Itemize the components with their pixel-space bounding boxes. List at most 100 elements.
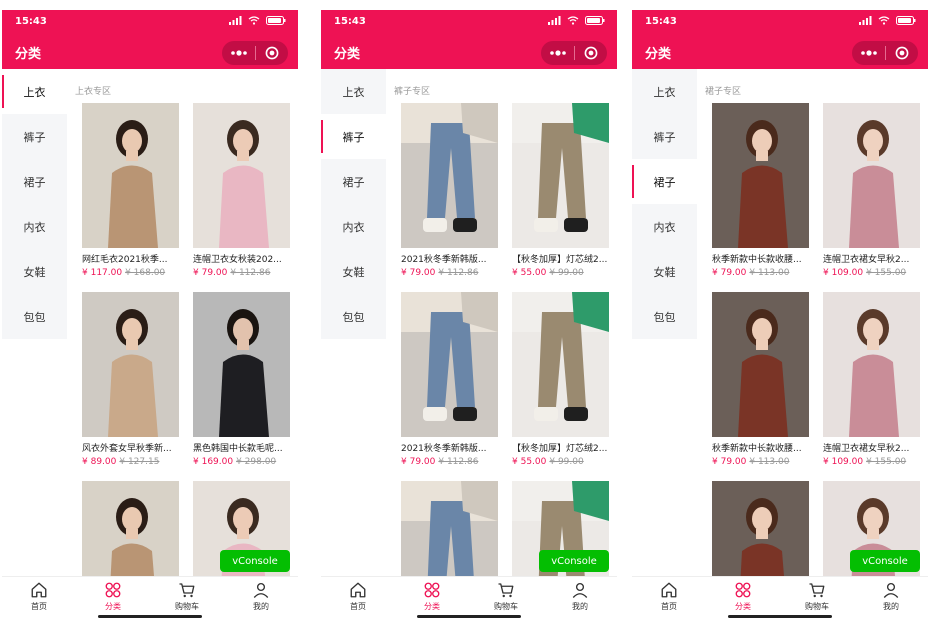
product-card[interactable] — [82, 481, 179, 576]
product-card[interactable]: 连帽卫衣裙女早秋2... ¥ 109.00 ¥ 155.00 — [823, 292, 920, 467]
price-row: ¥ 79.00 ¥ 112.86 — [401, 457, 498, 467]
product-image[interactable] — [823, 103, 920, 248]
close-miniprogram-button[interactable] — [575, 41, 607, 65]
more-dots-icon — [549, 50, 566, 56]
tab-label: 首页 — [661, 602, 677, 611]
more-menu-button[interactable] — [222, 41, 255, 65]
user-icon — [571, 581, 589, 601]
price-row: ¥ 79.00 ¥ 113.00 — [712, 268, 809, 278]
sidebar-item[interactable]: 女鞋 — [632, 249, 697, 294]
tab-label: 分类 — [424, 602, 440, 611]
category-icon — [423, 581, 441, 601]
vconsole-button[interactable]: vConsole — [850, 550, 920, 572]
sidebar-item[interactable]: 女鞋 — [321, 249, 386, 294]
product-image[interactable] — [401, 103, 498, 248]
product-price: ¥ 79.00 — [401, 457, 436, 467]
sidebar-item[interactable]: 内衣 — [2, 204, 67, 249]
vconsole-button[interactable]: vConsole — [220, 550, 290, 572]
product-title: 连帽卫衣裙女早秋2... — [823, 255, 910, 265]
product-image[interactable] — [193, 103, 290, 248]
product-original-price: ¥ 99.00 — [549, 268, 584, 278]
price-row: ¥ 79.00 ¥ 113.00 — [712, 457, 809, 467]
product-card[interactable]: 黑色韩国中长款毛呢... ¥ 169.00 ¥ 298.00 — [193, 292, 290, 467]
sidebar-item[interactable]: 裙子 — [632, 159, 697, 204]
product-original-price: ¥ 99.00 — [549, 457, 584, 467]
price-row: ¥ 89.00 ¥ 127.15 — [82, 457, 179, 467]
tab-label: 首页 — [350, 602, 366, 611]
product-price: ¥ 169.00 — [193, 457, 234, 467]
product-card[interactable]: 秋季新款中长款收腰... ¥ 79.00 ¥ 113.00 — [712, 103, 809, 278]
tab-item[interactable]: 我的 — [543, 577, 617, 622]
app-header: 15:43 分类 — [632, 10, 928, 69]
product-card[interactable]: 连帽卫衣裙女早秋2... ¥ 109.00 ¥ 155.00 — [823, 103, 920, 278]
sidebar-item[interactable]: 女鞋 — [2, 249, 67, 294]
product-image[interactable] — [82, 103, 179, 248]
signal-icon — [229, 16, 242, 25]
product-panel: 裤子专区 2021秋冬季新韩版... ¥ 79.00 ¥ 112.86 【秋冬加… — [386, 69, 617, 576]
sidebar-item[interactable]: 裙子 — [321, 159, 386, 204]
product-image[interactable] — [512, 292, 609, 437]
price-row: ¥ 169.00 ¥ 298.00 — [193, 457, 290, 467]
tab-item[interactable]: 首页 — [321, 577, 395, 622]
close-miniprogram-button[interactable] — [256, 41, 288, 65]
home-indicator — [728, 615, 832, 618]
product-original-price: ¥ 155.00 — [866, 457, 907, 467]
sidebar-item[interactable]: 上衣 — [632, 69, 697, 114]
close-miniprogram-button[interactable] — [886, 41, 918, 65]
sidebar-item[interactable]: 包包 — [321, 294, 386, 339]
sidebar-item[interactable]: 裤子 — [632, 114, 697, 159]
product-image[interactable] — [823, 292, 920, 437]
product-image[interactable] — [82, 292, 179, 437]
product-image[interactable] — [712, 481, 809, 576]
sidebar-item[interactable]: 上衣 — [2, 69, 67, 114]
product-card[interactable] — [401, 481, 498, 576]
miniprogram-capsule — [222, 41, 288, 65]
more-menu-button[interactable] — [852, 41, 885, 65]
product-original-price: ¥ 113.00 — [749, 268, 790, 278]
product-card[interactable]: 2021秋冬季新韩版... ¥ 79.00 ¥ 112.86 — [401, 292, 498, 467]
sidebar-item[interactable]: 裤子 — [2, 114, 67, 159]
sidebar-item[interactable]: 包包 — [2, 294, 67, 339]
product-image[interactable] — [193, 292, 290, 437]
product-original-price: ¥ 112.86 — [230, 268, 271, 278]
section-title: 上衣专区 — [75, 87, 112, 97]
product-card[interactable]: 风衣外套女早秋季新... ¥ 89.00 ¥ 127.15 — [82, 292, 179, 467]
product-image[interactable] — [712, 292, 809, 437]
tab-item[interactable]: 我的 — [224, 577, 298, 622]
cart-icon — [497, 581, 515, 601]
tab-item[interactable]: 我的 — [854, 577, 928, 622]
sidebar-item[interactable]: 裤子 — [321, 114, 386, 159]
section-title: 裤子专区 — [394, 87, 431, 97]
product-card[interactable]: 网红毛衣2021秋季... ¥ 117.00 ¥ 168.00 — [82, 103, 179, 278]
sidebar-item[interactable]: 内衣 — [321, 204, 386, 249]
tab-item[interactable]: 首页 — [2, 577, 76, 622]
section-title: 裙子专区 — [705, 87, 742, 97]
sidebar-item[interactable]: 裙子 — [2, 159, 67, 204]
product-image[interactable] — [82, 481, 179, 576]
product-panel: 上衣专区 网红毛衣2021秋季... ¥ 117.00 ¥ 168.00 连帽卫衣… — [67, 69, 298, 576]
sidebar-item[interactable]: 上衣 — [321, 69, 386, 114]
product-card[interactable]: 【秋冬加厚】灯芯绒2... ¥ 55.00 ¥ 99.00 — [512, 292, 609, 467]
product-card[interactable]: 【秋冬加厚】灯芯绒2... ¥ 55.00 ¥ 99.00 — [512, 103, 609, 278]
product-title: 【秋冬加厚】灯芯绒2... — [512, 444, 608, 454]
product-price: ¥ 79.00 — [712, 457, 747, 467]
category-sidebar: 上衣 裤子 裙子 内衣 女鞋 包包 — [632, 69, 697, 339]
product-image[interactable] — [712, 103, 809, 248]
more-menu-button[interactable] — [541, 41, 574, 65]
tab-label: 我的 — [883, 602, 899, 611]
product-card[interactable]: 连帽卫衣女秋装202... ¥ 79.00 ¥ 112.86 — [193, 103, 290, 278]
home-icon — [660, 581, 678, 601]
product-price: ¥ 55.00 — [512, 268, 547, 278]
product-image[interactable] — [401, 292, 498, 437]
sidebar-item[interactable]: 包包 — [632, 294, 697, 339]
tab-item[interactable]: 首页 — [632, 577, 706, 622]
product-card[interactable]: 秋季新款中长款收腰... ¥ 79.00 ¥ 113.00 — [712, 292, 809, 467]
product-image[interactable] — [401, 481, 498, 576]
vconsole-button[interactable]: vConsole — [539, 550, 609, 572]
sidebar-item[interactable]: 内衣 — [632, 204, 697, 249]
product-image[interactable] — [512, 103, 609, 248]
product-card[interactable]: 2021秋冬季新韩版... ¥ 79.00 ¥ 112.86 — [401, 103, 498, 278]
status-icons — [859, 16, 916, 25]
price-row: ¥ 55.00 ¥ 99.00 — [512, 457, 609, 467]
product-card[interactable] — [712, 481, 809, 576]
